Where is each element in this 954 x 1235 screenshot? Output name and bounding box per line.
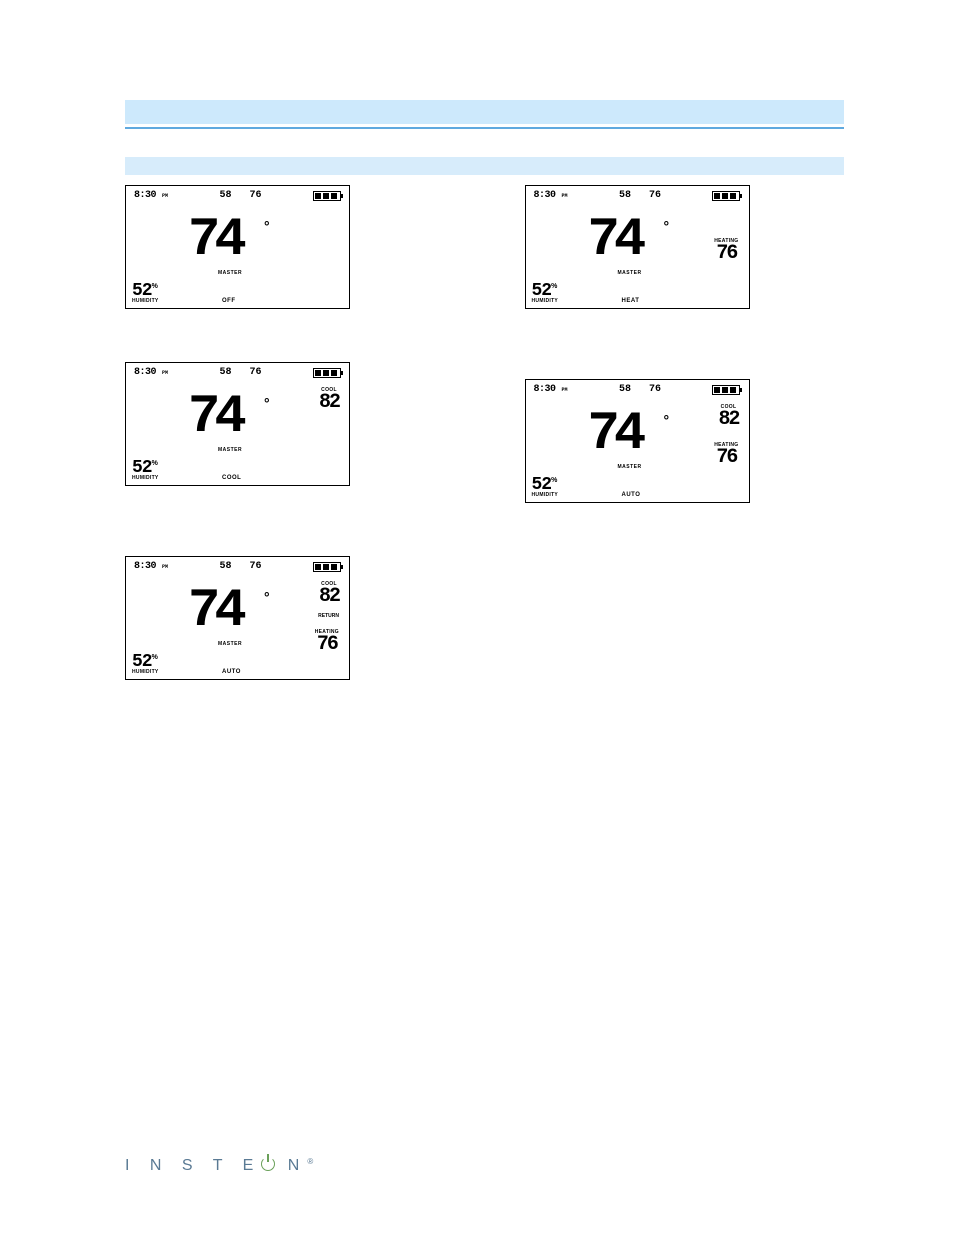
notes-list-1: .. bbox=[125, 317, 445, 346]
degree-symbol: ° bbox=[264, 218, 270, 234]
footer: I N S T E N® bbox=[125, 1156, 844, 1175]
time-display: 8:30 bbox=[134, 190, 156, 201]
notes-list-4: .. bbox=[525, 511, 845, 540]
master-label: MASTER bbox=[218, 447, 242, 453]
humidity-pct: % bbox=[152, 654, 158, 661]
degree-symbol: ° bbox=[264, 589, 270, 605]
degree-symbol: ° bbox=[264, 395, 270, 411]
current-temp: 74 bbox=[588, 210, 641, 271]
humidity-pct: % bbox=[551, 477, 557, 484]
current-temp: 74 bbox=[588, 404, 641, 465]
right-column: 8:30 PM 58 76 74 ° MASTER 52% HUMIDITY HE… bbox=[525, 185, 845, 893]
battery-icon bbox=[313, 191, 341, 201]
heat-setpoint: HEATING 76 bbox=[315, 629, 339, 655]
current-temp: 74 bbox=[188, 210, 241, 271]
setpoint-1: 58 bbox=[619, 190, 631, 201]
master-label: MASTER bbox=[618, 464, 642, 470]
ampm-label: PM bbox=[162, 564, 168, 570]
heating-value: 76 bbox=[315, 635, 339, 655]
battery-icon bbox=[313, 562, 341, 572]
current-temp: 74 bbox=[188, 387, 241, 448]
notes-list-2: ... bbox=[525, 317, 845, 363]
setpoint-2: 76 bbox=[649, 384, 661, 395]
ampm-label: PM bbox=[562, 387, 568, 393]
heating-value: 76 bbox=[714, 244, 738, 264]
section-header-underline bbox=[125, 127, 844, 129]
master-label: MASTER bbox=[618, 270, 642, 276]
mode-label: OFF bbox=[222, 298, 236, 304]
registered-mark: ® bbox=[307, 1157, 313, 1166]
humidity-label: HUMIDITY bbox=[132, 669, 159, 675]
mode-label: HEAT bbox=[622, 298, 640, 304]
humidity-block: 52% HUMIDITY bbox=[532, 475, 559, 498]
lcd-cool: 8:30 PM 58 76 74 ° MASTER 52% HUMIDITY CO… bbox=[125, 362, 350, 486]
mode-label: AUTO bbox=[622, 492, 641, 498]
setpoint-1: 58 bbox=[220, 190, 232, 201]
battery-icon bbox=[712, 385, 740, 395]
setpoint-1: 58 bbox=[220, 561, 232, 572]
humidity-block: 52% HUMIDITY bbox=[132, 652, 159, 675]
humidity-block: 52% HUMIDITY bbox=[132, 458, 159, 481]
cool-value: 82 bbox=[319, 393, 339, 413]
humidity-label: HUMIDITY bbox=[132, 298, 159, 304]
setpoint-2: 76 bbox=[250, 367, 262, 378]
degree-symbol: ° bbox=[664, 412, 670, 428]
time-display: 8:30 bbox=[534, 190, 556, 201]
lcd-heat: 8:30 PM 58 76 74 ° MASTER 52% HUMIDITY HE… bbox=[525, 185, 750, 309]
ampm-label: PM bbox=[162, 370, 168, 376]
humidity-block: 52% HUMIDITY bbox=[532, 281, 559, 304]
cool-setpoint: COOL 82 bbox=[319, 387, 339, 413]
section-header-bar bbox=[125, 100, 844, 124]
notes-list-3: ... bbox=[125, 494, 445, 540]
mode-label: AUTO bbox=[222, 669, 241, 675]
humidity-label: HUMIDITY bbox=[132, 475, 159, 481]
heat-setpoint: HEATING 76 bbox=[714, 442, 738, 468]
degree-symbol: ° bbox=[664, 218, 670, 234]
notes-list-5: ........................................… bbox=[125, 688, 445, 857]
humidity-pct: % bbox=[152, 460, 158, 467]
mode-label: COOL bbox=[222, 475, 241, 481]
setpoint-2: 76 bbox=[250, 561, 262, 572]
time-display: 8:30 bbox=[134, 367, 156, 378]
subsection-bar bbox=[125, 157, 844, 175]
power-icon bbox=[261, 1157, 275, 1171]
brand-logo: I N S T E N® bbox=[125, 1157, 313, 1174]
brand-text-1: I N S T E bbox=[125, 1157, 261, 1174]
setpoint-2: 76 bbox=[649, 190, 661, 201]
humidity-pct: % bbox=[152, 283, 158, 290]
cool-value: 82 bbox=[319, 587, 339, 607]
notes-sublist-5: ........................................… bbox=[125, 873, 445, 893]
master-label: MASTER bbox=[218, 641, 242, 647]
cool-setpoint: COOL 82 bbox=[718, 404, 738, 430]
humidity-label: HUMIDITY bbox=[532, 298, 559, 304]
cool-setpoint: COOL 82 bbox=[319, 581, 339, 607]
left-column: 8:30 PM 58 76 74 ° MASTER 52% HUMIDITY OF… bbox=[125, 185, 445, 893]
time-display: 8:30 bbox=[534, 384, 556, 395]
heating-value: 76 bbox=[714, 448, 738, 468]
master-label: MASTER bbox=[218, 270, 242, 276]
setpoint-1: 58 bbox=[220, 367, 232, 378]
battery-icon bbox=[313, 368, 341, 378]
time-display: 8:30 bbox=[134, 561, 156, 572]
return-label: RETURN bbox=[318, 613, 339, 619]
setpoint-2: 76 bbox=[250, 190, 262, 201]
lcd-off: 8:30 PM 58 76 74 ° MASTER 52% HUMIDITY OF… bbox=[125, 185, 350, 309]
heat-setpoint: HEATING 76 bbox=[714, 238, 738, 264]
humidity-label: HUMIDITY bbox=[532, 492, 559, 498]
ampm-label: PM bbox=[162, 193, 168, 199]
lcd-auto-return: 8:30 PM 58 76 74 ° MASTER 52% HUMIDITY AU… bbox=[125, 556, 350, 680]
humidity-pct: % bbox=[551, 283, 557, 290]
battery-icon bbox=[712, 191, 740, 201]
ampm-label: PM bbox=[562, 193, 568, 199]
current-temp: 74 bbox=[188, 581, 241, 642]
humidity-block: 52% HUMIDITY bbox=[132, 281, 159, 304]
setpoint-1: 58 bbox=[619, 384, 631, 395]
cool-value: 82 bbox=[718, 410, 738, 430]
lcd-auto: 8:30 PM 58 76 74 ° MASTER 52% HUMIDITY AU… bbox=[525, 379, 750, 503]
